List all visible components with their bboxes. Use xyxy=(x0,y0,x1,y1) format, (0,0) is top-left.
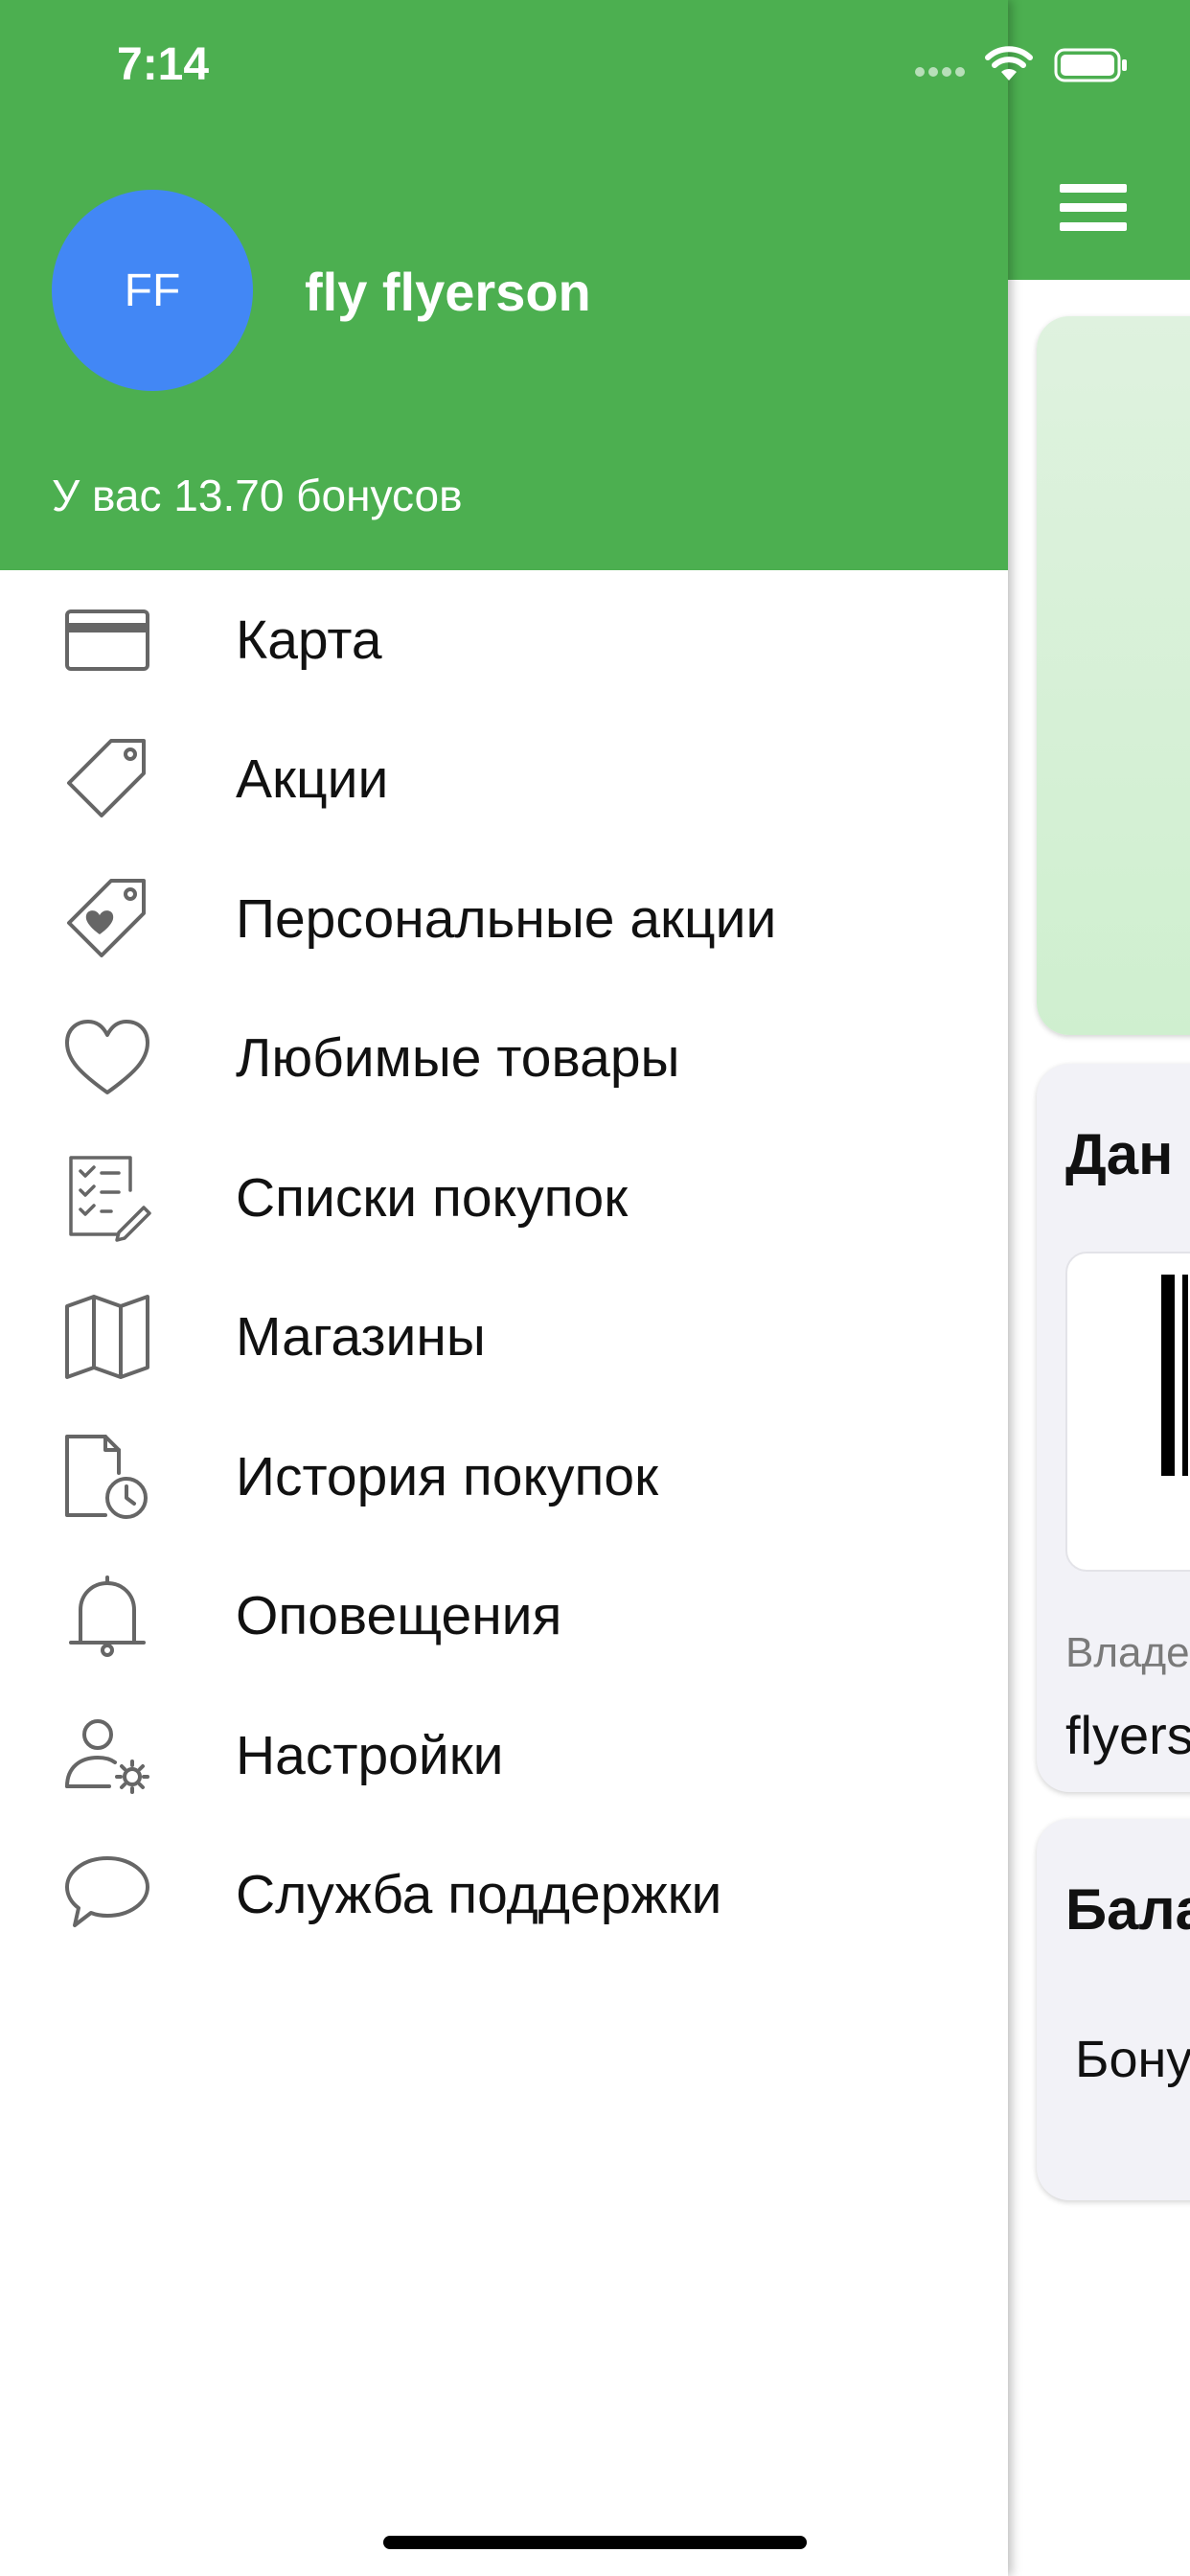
hamburger-menu-icon[interactable] xyxy=(1060,184,1127,232)
menu-item-purchase-history[interactable]: История покупок xyxy=(0,1407,1008,1547)
owner-label: Владе xyxy=(1065,1629,1190,1676)
bonus-balance-text: У вас 13.70 бонусов xyxy=(52,471,463,520)
menu-item-label: История покупок xyxy=(236,1445,659,1507)
navigation-drawer: 7:14 FF fly flyerson У вас 13.70 бонусов… xyxy=(0,0,1008,2576)
balance-section: Бала Бону xyxy=(1037,1819,1190,2200)
menu-item-label: Любимые товары xyxy=(236,1027,680,1090)
menu-item-promotions[interactable]: Акции xyxy=(0,710,1008,850)
menu-item-label: Карта xyxy=(236,609,382,671)
menu-item-label: Оповещения xyxy=(236,1585,562,1647)
menu-item-favorites[interactable]: Любимые товары xyxy=(0,989,1008,1129)
menu-item-label: Списки покупок xyxy=(236,1166,629,1229)
tag-icon xyxy=(61,733,153,825)
menu-item-label: Персональные акции xyxy=(236,887,777,950)
menu-item-stores[interactable]: Магазины xyxy=(0,1268,1008,1408)
balance-row: Бону xyxy=(1075,2031,1190,2088)
main-screen: Дан Владе flyers Бала Бону xyxy=(1008,0,1190,2576)
avatar[interactable]: FF xyxy=(52,190,253,391)
menu-item-support[interactable]: Служба поддержки xyxy=(0,1826,1008,1966)
balance-title: Бала xyxy=(1065,1877,1190,1942)
heart-tag-icon xyxy=(61,873,153,965)
bell-icon xyxy=(61,1570,153,1662)
checklist-icon xyxy=(61,1152,153,1244)
history-icon xyxy=(61,1431,153,1523)
heart-icon xyxy=(61,1012,153,1104)
menu-item-label: Магазины xyxy=(236,1306,486,1368)
menu-item-shopping-lists[interactable]: Списки покупок xyxy=(0,1128,1008,1268)
menu-item-card[interactable]: Карта xyxy=(0,570,1008,710)
barcode xyxy=(1065,1252,1190,1572)
menu-item-personal-promotions[interactable]: Персональные акции xyxy=(0,849,1008,989)
loyalty-card-banner xyxy=(1037,316,1190,1035)
chat-icon xyxy=(61,1849,153,1941)
user-name: fly flyerson xyxy=(305,262,591,322)
credit-card-icon xyxy=(61,594,153,686)
menu-item-label: Служба поддержки xyxy=(236,1864,722,1926)
menu-item-settings[interactable]: Настройки xyxy=(0,1686,1008,1826)
drawer-header: 7:14 FF fly flyerson У вас 13.70 бонусов xyxy=(0,0,1008,570)
drawer-menu: Карта Акции Персональные акции Любимые т… xyxy=(0,570,1008,1965)
menu-item-notifications[interactable]: Оповещения xyxy=(0,1547,1008,1687)
card-data-section: Дан Владе flyers xyxy=(1037,1064,1190,1792)
main-header xyxy=(1008,0,1190,280)
owner-value: flyers xyxy=(1065,1705,1190,1765)
battery-icon xyxy=(1054,48,1131,87)
home-indicator[interactable] xyxy=(383,2536,807,2549)
menu-item-label: Настройки xyxy=(236,1724,504,1786)
map-icon xyxy=(61,1291,153,1383)
card-data-title: Дан xyxy=(1065,1122,1174,1186)
wifi-icon xyxy=(985,44,1033,87)
status-time: 7:14 xyxy=(117,39,210,90)
menu-item-label: Акции xyxy=(236,748,389,811)
user-settings-icon xyxy=(61,1710,153,1802)
